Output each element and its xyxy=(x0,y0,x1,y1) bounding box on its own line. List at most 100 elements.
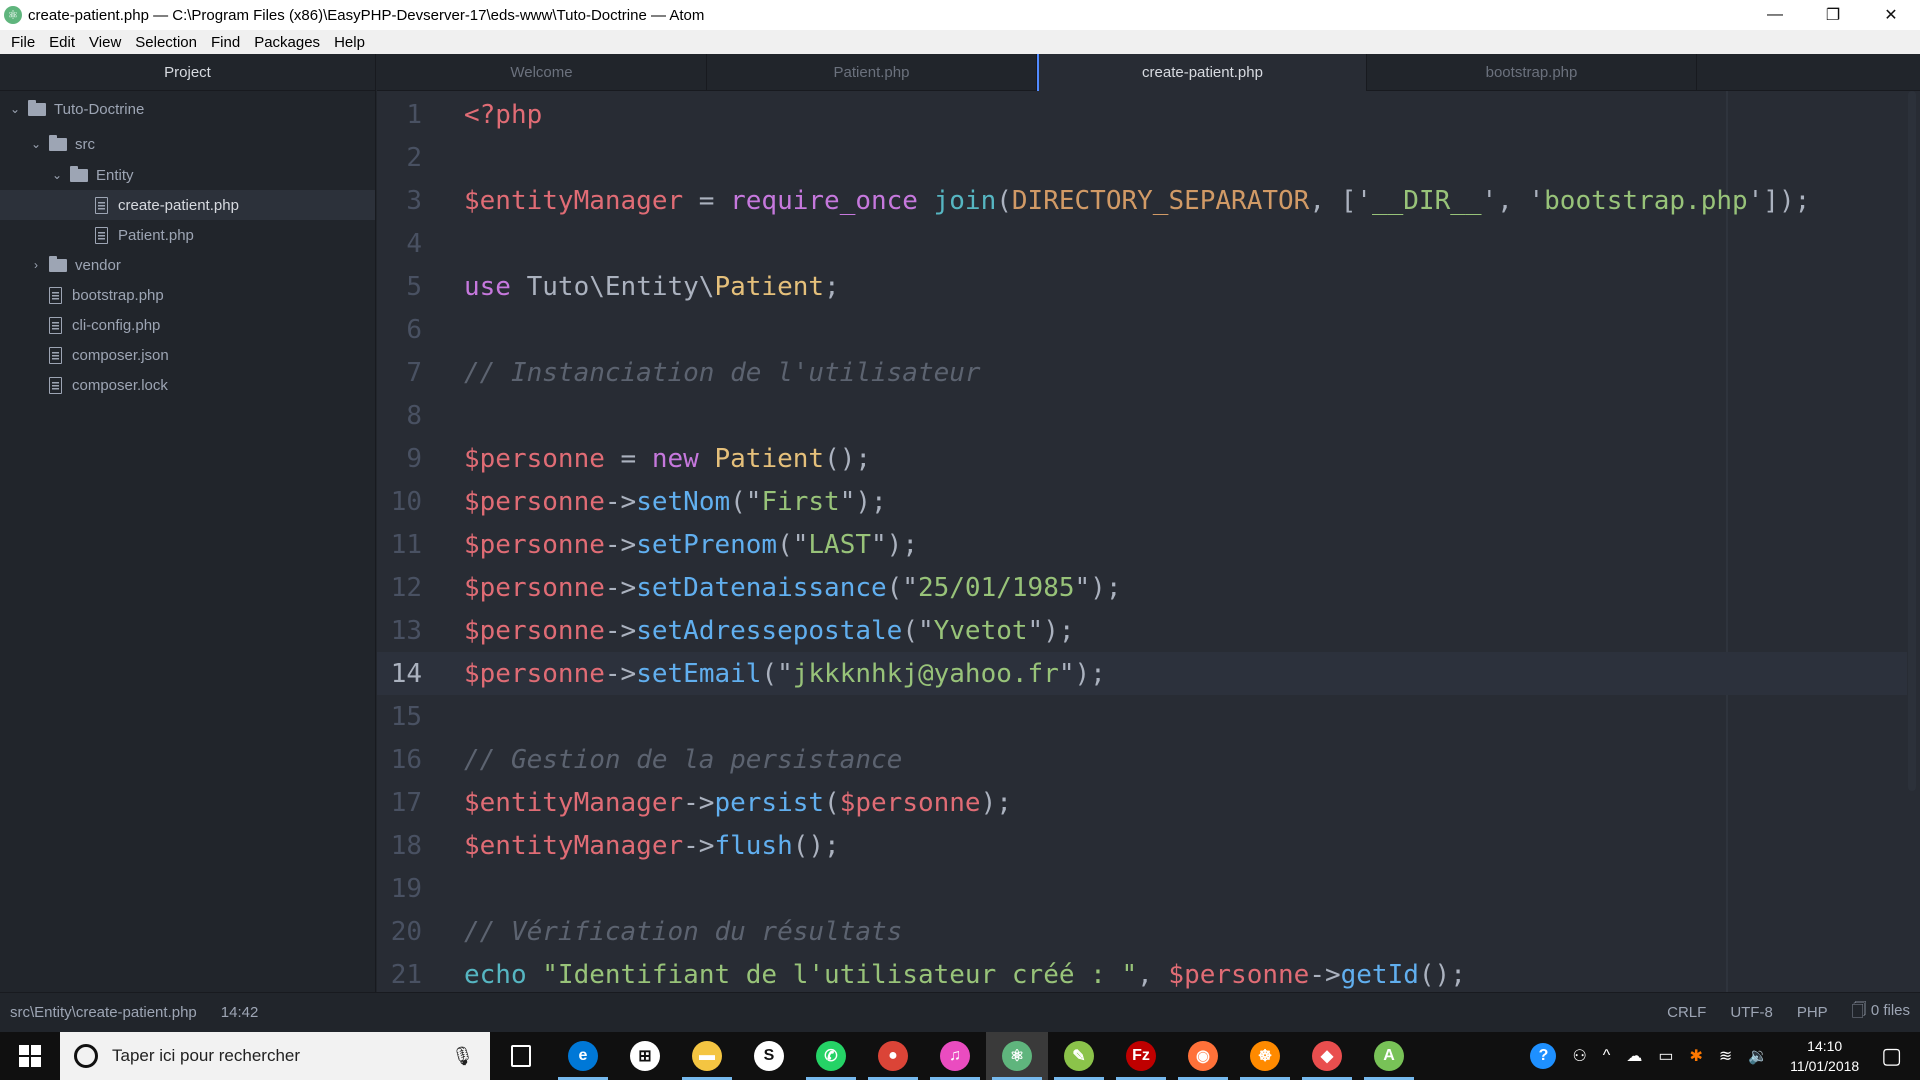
status-git-files[interactable]: 🗍 0 files xyxy=(1852,1000,1910,1025)
code-editor[interactable]: 1 <?php 2 3 $entityManager = require_once jo… xyxy=(377,91,1920,992)
code-line[interactable]: 11 $personne->setPrenom("LAST"); xyxy=(377,523,1907,566)
tree-item[interactable]: cli-config.php xyxy=(0,310,375,340)
code-token: "); xyxy=(1027,615,1075,646)
code-line[interactable]: 8 xyxy=(377,394,1907,437)
vertical-scrollbar[interactable] xyxy=(1908,91,1916,791)
taskbar-filezilla-button[interactable]: Fz xyxy=(1110,1032,1172,1080)
code-line[interactable]: 3 $entityManager = require_once join(DIRE… xyxy=(377,179,1907,222)
code-token: (" xyxy=(902,615,934,646)
tree-item-label: vendor xyxy=(75,256,121,274)
code-line[interactable]: 12 $personne->setDatenaissance("25/01/198… xyxy=(377,566,1907,609)
code-text: $entityManager->flush(); xyxy=(464,831,840,861)
code-token: Yvetot xyxy=(933,615,1028,646)
notifications-icon[interactable]: ▢ xyxy=(1881,1043,1902,1069)
code-line[interactable]: 18 $entityManager->flush(); xyxy=(377,824,1907,867)
code-line[interactable]: 2 xyxy=(377,136,1907,179)
code-line[interactable]: 6 xyxy=(377,308,1907,351)
taskbar-helm-button[interactable]: ☸ xyxy=(1234,1032,1296,1080)
close-button[interactable]: ✕ xyxy=(1862,0,1920,30)
chevron-down-icon[interactable]: ⌄ xyxy=(8,102,22,116)
taskbar-edge-button[interactable]: e xyxy=(552,1032,614,1080)
clock[interactable]: 14:10 11/01/2018 xyxy=(1790,1036,1859,1076)
line-number: 18 xyxy=(390,830,422,861)
wifi-icon[interactable]: ≋ xyxy=(1719,1046,1732,1066)
people-icon[interactable]: ⚇ xyxy=(1572,1046,1586,1066)
code-line[interactable]: 20 // Vérification du résultats xyxy=(377,910,1907,953)
code-line[interactable]: 14 $personne->setEmail("jkkknhkj@yahoo.fr… xyxy=(377,652,1907,695)
status-encoding[interactable]: UTF-8 xyxy=(1730,1004,1773,1021)
restore-button[interactable]: ❐ xyxy=(1804,0,1862,30)
volume-icon[interactable]: 🔉 xyxy=(1748,1046,1768,1066)
tree-item[interactable]: ⌄ Tuto-Doctrine xyxy=(0,94,375,124)
tree-item[interactable]: ⌄ src xyxy=(0,129,375,159)
code-line[interactable]: 13 $personne->setAdressepostale("Yvetot")… xyxy=(377,609,1907,652)
avast-icon[interactable]: ✱ xyxy=(1689,1046,1702,1066)
taskbar-chrome-button[interactable]: ● xyxy=(862,1032,924,1080)
code-token: ']); xyxy=(1747,185,1811,216)
menu-edit[interactable]: Edit xyxy=(42,34,82,51)
tree-item[interactable]: ⌄ Entity xyxy=(0,160,375,190)
tab-create-patient[interactable]: create-patient.php xyxy=(1037,54,1367,91)
tree-item[interactable]: bootstrap.php xyxy=(0,280,375,310)
status-cursor-position[interactable]: 14:42 xyxy=(221,1004,259,1021)
tab-welcome[interactable]: Welcome xyxy=(377,54,707,91)
tab-bootstrap[interactable]: bootstrap.php xyxy=(1367,54,1697,91)
tray-chevron-icon[interactable]: ^ xyxy=(1603,1047,1611,1065)
tree-item[interactable]: composer.lock xyxy=(0,370,375,400)
taskbar-search-input[interactable]: Taper ici pour rechercher 🎙 xyxy=(60,1032,490,1080)
code-text: // Gestion de la persistance xyxy=(464,745,902,775)
taskbar-store-button[interactable]: ⊞ xyxy=(614,1032,676,1080)
menu-packages[interactable]: Packages xyxy=(247,34,327,51)
tree-item[interactable]: create-patient.php xyxy=(0,190,375,220)
menu-file[interactable]: File xyxy=(4,34,42,51)
start-button[interactable] xyxy=(0,1032,60,1080)
microphone-icon[interactable]: 🎙 xyxy=(451,1046,474,1067)
code-line[interactable]: 15 xyxy=(377,695,1907,738)
cortana-icon xyxy=(74,1044,98,1068)
taskbar-skype-button[interactable]: S xyxy=(738,1032,800,1080)
code-token: -> xyxy=(604,486,637,517)
edge-icon: e xyxy=(568,1041,598,1071)
tab-patient[interactable]: Patient.php xyxy=(707,54,1037,91)
chevron-down-icon[interactable]: ⌄ xyxy=(50,168,64,182)
chevron-down-icon[interactable]: ⌄ xyxy=(29,137,43,151)
taskbar-task-view-button[interactable] xyxy=(490,1032,552,1080)
taskbar-whatsapp-button[interactable]: ✆ xyxy=(800,1032,862,1080)
code-line[interactable]: 1 <?php xyxy=(377,93,1907,136)
taskbar-notepad-plus-plus-button[interactable]: ✎ xyxy=(1048,1032,1110,1080)
taskbar-firefox-button[interactable]: ◉ xyxy=(1172,1032,1234,1080)
folder-icon xyxy=(70,165,88,182)
menu-find[interactable]: Find xyxy=(204,34,247,51)
taskbar-itunes-button[interactable]: ♫ xyxy=(924,1032,986,1080)
code-line[interactable]: 10 $personne->setNom("First"); xyxy=(377,480,1907,523)
help-icon[interactable]: ? xyxy=(1530,1043,1557,1069)
menu-selection[interactable]: Selection xyxy=(128,34,204,51)
code-line[interactable]: 19 xyxy=(377,867,1907,910)
menu-help[interactable]: Help xyxy=(327,34,372,51)
status-line-ending[interactable]: CRLF xyxy=(1667,1004,1706,1021)
battery-icon[interactable]: ▭ xyxy=(1658,1046,1673,1066)
code-token: "); xyxy=(1074,572,1122,603)
code-token: $personne xyxy=(464,486,605,517)
chevron-right-icon[interactable]: › xyxy=(29,258,43,272)
status-grammar[interactable]: PHP xyxy=(1797,1004,1828,1021)
code-line[interactable]: 9 $personne = new Patient(); xyxy=(377,437,1907,480)
taskbar-atom-button[interactable]: ⚛ xyxy=(986,1032,1048,1080)
code-line[interactable]: 4 xyxy=(377,222,1907,265)
code-line[interactable]: 5 use Tuto\Entity\Patient; xyxy=(377,265,1907,308)
tree-item[interactable]: Patient.php xyxy=(0,220,375,250)
tree-item[interactable]: › vendor xyxy=(0,250,375,280)
taskbar-git-tool-button[interactable]: ◆ xyxy=(1296,1032,1358,1080)
taskbar-android-studio-button[interactable]: A xyxy=(1358,1032,1420,1080)
code-token: require_once xyxy=(730,185,918,216)
code-line[interactable]: 21 echo "Identifiant de l'utilisateur cré… xyxy=(377,953,1907,992)
tree-item[interactable]: composer.json xyxy=(0,340,375,370)
onedrive-icon[interactable]: ☁ xyxy=(1626,1046,1642,1066)
code-line[interactable]: 17 $entityManager->persist($personne); xyxy=(377,781,1907,824)
code-line[interactable]: 7 // Instanciation de l'utilisateur xyxy=(377,351,1907,394)
minimize-button[interactable]: — xyxy=(1746,0,1804,30)
status-file-path[interactable]: src\Entity\create-patient.php xyxy=(10,1004,197,1021)
taskbar-file-explorer-button[interactable]: ▬ xyxy=(676,1032,738,1080)
code-line[interactable]: 16 // Gestion de la persistance xyxy=(377,738,1907,781)
menu-view[interactable]: View xyxy=(82,34,128,51)
